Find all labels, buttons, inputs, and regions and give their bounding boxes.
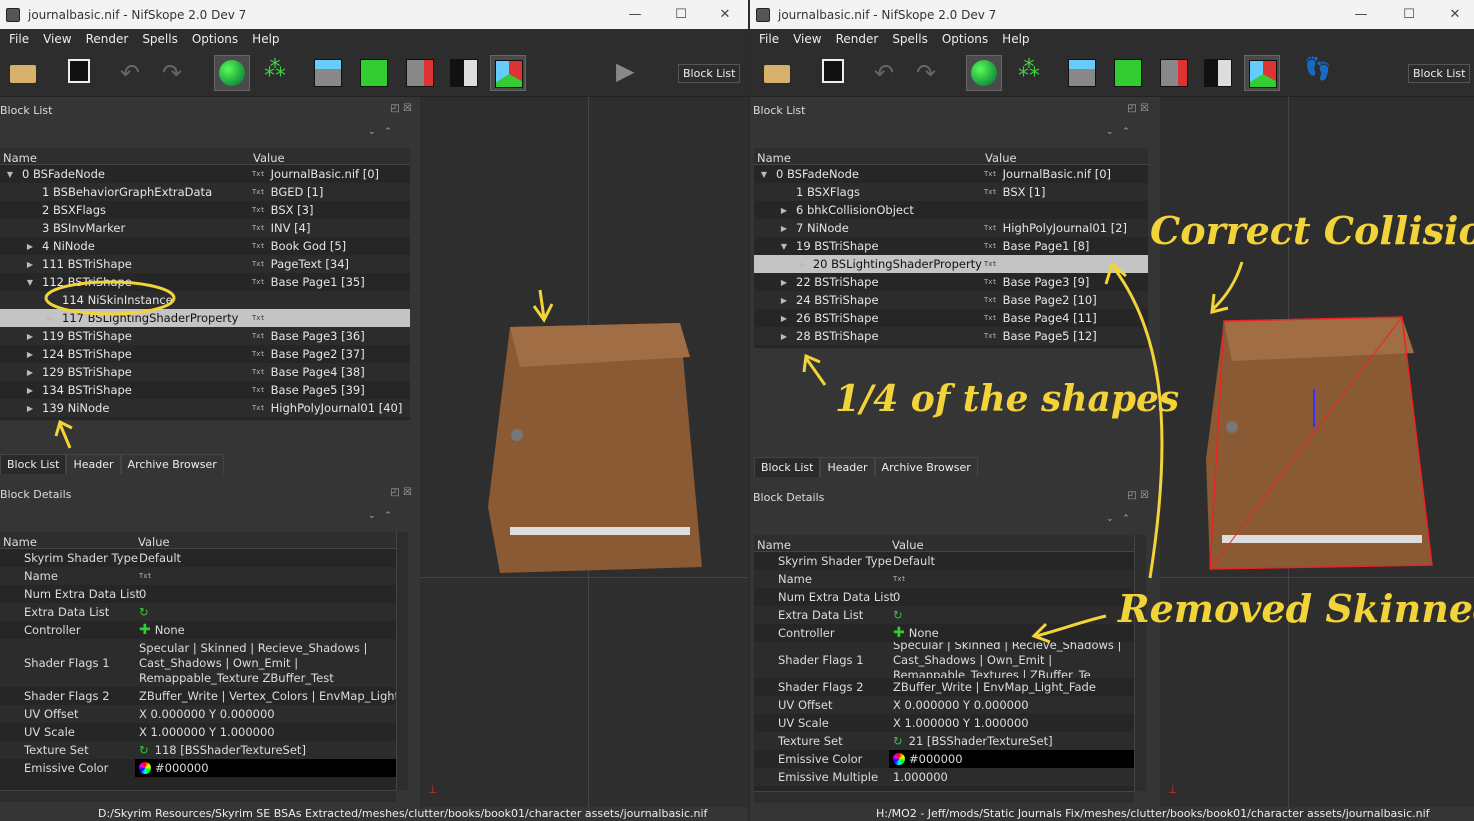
annotation-removed-skinned: Removed Skinned <box>1118 586 1474 631</box>
annotation-quarter-shapes: 1/4 of the shapes <box>835 378 1180 420</box>
arrow-mark <box>802 353 827 386</box>
arrow-mark <box>54 419 73 449</box>
arrow-mark <box>1210 261 1244 314</box>
arrow-mark <box>1031 614 1107 644</box>
annotation-overlay <box>44 261 1244 644</box>
highlight-circle <box>44 280 176 316</box>
arrow-mark <box>532 289 554 323</box>
arrow-mark <box>1104 261 1164 579</box>
annotation-correct-collision: Correct Collision <box>1150 208 1474 253</box>
